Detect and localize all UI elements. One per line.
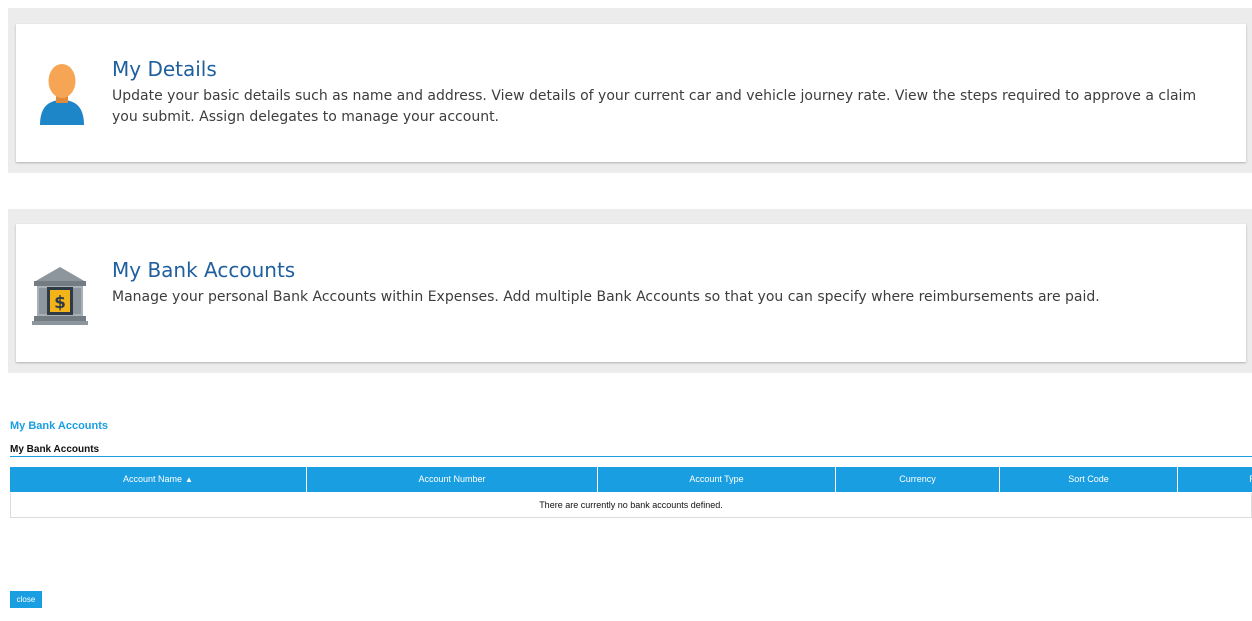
column-header-account-name[interactable]: Account Name ▲ [10, 467, 307, 492]
grid-subtitle: My Bank Accounts [10, 444, 100, 455]
svg-text:$: $ [54, 293, 66, 313]
column-header-currency[interactable]: Currency [836, 467, 1000, 492]
column-header-account-type[interactable]: Account Type [598, 467, 836, 492]
section-title: My Bank Accounts [10, 420, 109, 432]
panel-description: Manage your personal Bank Accounts withi… [112, 289, 1100, 305]
user-icon [38, 62, 86, 127]
my-details-panel[interactable]: My Details Update your basic details suc… [16, 24, 1246, 162]
close-button[interactable]: close [10, 591, 42, 608]
bank-icon: $ [32, 265, 88, 325]
bank-accounts-panel[interactable]: $ My Bank Accounts Manage your personal … [16, 224, 1246, 362]
panel-description: Update your basic details such as name a… [112, 88, 1197, 125]
column-header-truncated[interactable]: R [1178, 467, 1252, 492]
column-header-account-number[interactable]: Account Number [307, 467, 598, 492]
bank-accounts-panel-wrapper: $ My Bank Accounts Manage your personal … [8, 209, 1252, 373]
divider [10, 456, 1252, 457]
empty-grid-message: There are currently no bank accounts def… [10, 493, 1252, 518]
bank-accounts-grid-header: Account Name ▲ Account Number Account Typ… [10, 467, 1252, 492]
column-header-sort-code[interactable]: Sort Code [1000, 467, 1178, 492]
my-details-panel-wrapper: My Details Update your basic details suc… [8, 8, 1252, 173]
panel-title[interactable]: My Details [112, 57, 217, 81]
sort-ascending-icon: ▲ [185, 475, 193, 484]
panel-title[interactable]: My Bank Accounts [112, 258, 295, 282]
